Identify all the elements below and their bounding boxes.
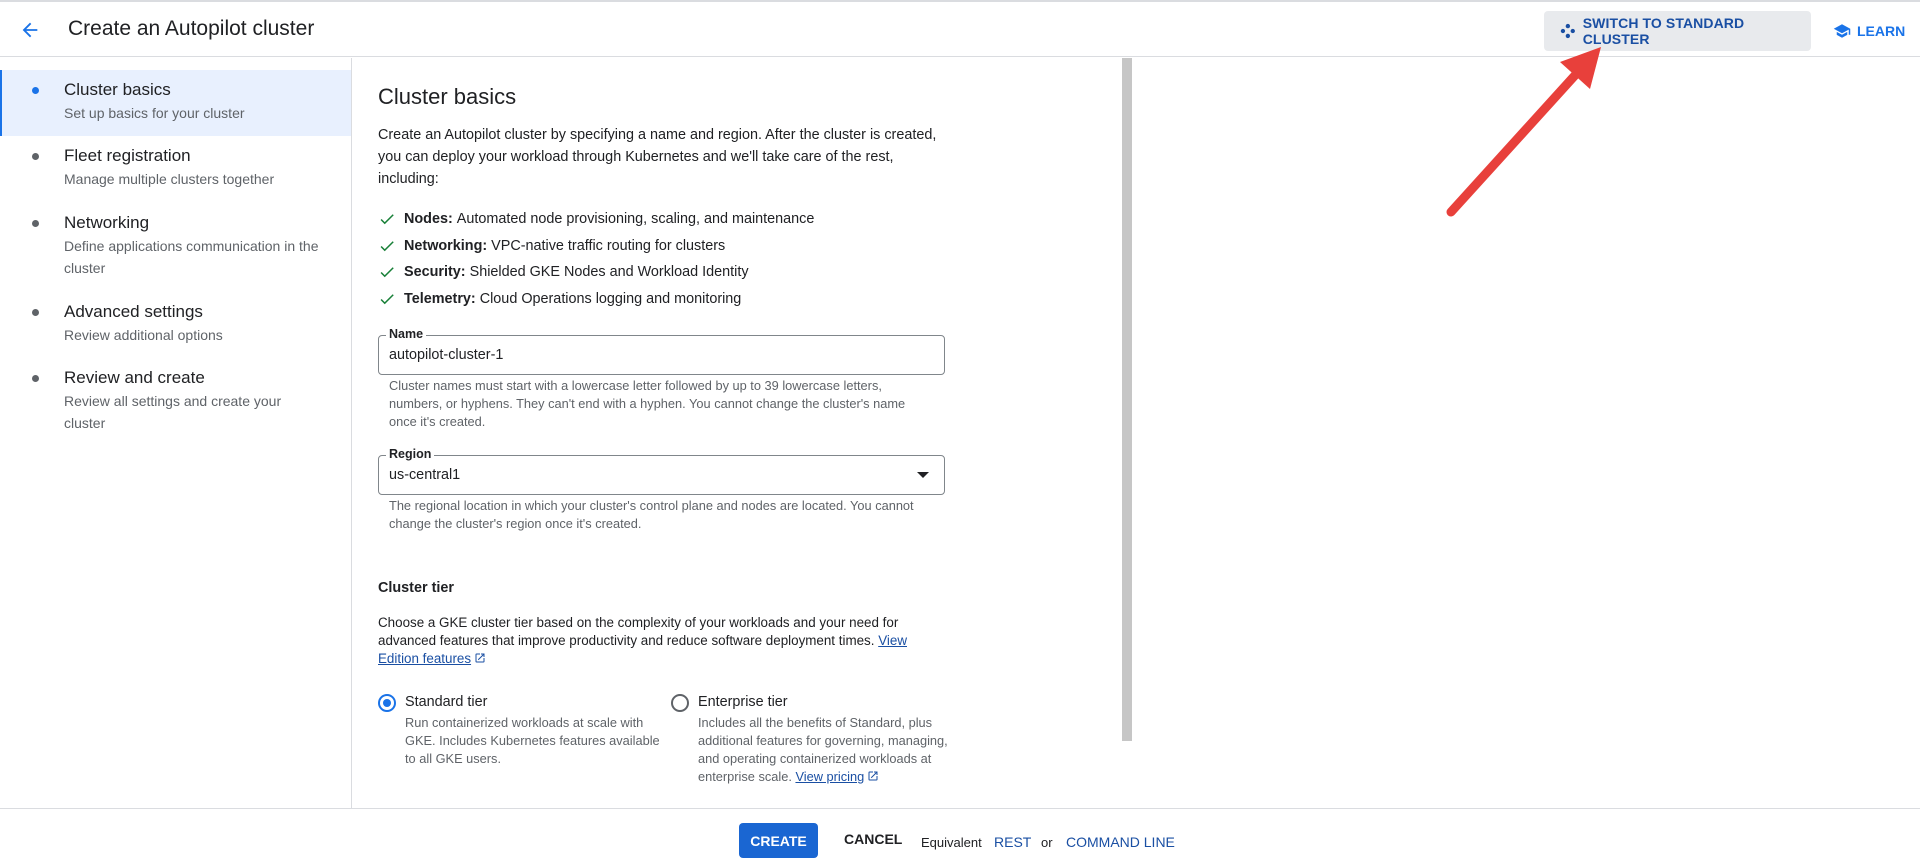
open-in-new-icon bbox=[475, 653, 485, 663]
name-field-value: autopilot-cluster-1 bbox=[389, 347, 504, 363]
step-dot bbox=[32, 220, 39, 227]
name-field-label: Name bbox=[386, 327, 427, 341]
school-icon bbox=[1833, 24, 1851, 38]
switch-to-standard-label: SWITCH TO STANDARD CLUSTER bbox=[1582, 15, 1745, 47]
learn-label: LEARN bbox=[1857, 23, 1906, 39]
step-title: Cluster basics bbox=[64, 80, 171, 99]
learn-button[interactable]: LEARN bbox=[1833, 11, 1905, 51]
step-dot bbox=[32, 153, 39, 160]
main-scrollbar[interactable] bbox=[1122, 58, 1132, 741]
rest-link[interactable]: REST bbox=[994, 834, 1031, 850]
create-button[interactable]: CREATE bbox=[739, 823, 818, 858]
feature-label: Nodes: bbox=[404, 211, 453, 227]
feature-item: Security: Shielded GKE Nodes and Workloa… bbox=[378, 261, 749, 283]
dropdown-arrow-icon bbox=[917, 472, 929, 478]
check-icon bbox=[378, 263, 396, 281]
stepper-sidebar: Cluster basics Set up basics for your cl… bbox=[0, 58, 352, 808]
step-title: Advanced settings bbox=[64, 302, 203, 321]
cancel-button[interactable]: CANCEL bbox=[844, 831, 902, 847]
step-dot bbox=[32, 375, 39, 382]
page-title: Create an Autopilot cluster bbox=[68, 17, 315, 40]
region-field-label: Region bbox=[386, 447, 435, 461]
step-advanced-settings[interactable]: Advanced settings Review additional opti… bbox=[0, 292, 351, 358]
back-button[interactable] bbox=[14, 14, 46, 46]
name-input[interactable]: Name autopilot-cluster-1 bbox=[378, 327, 945, 375]
region-field-hint: The regional location in which your clus… bbox=[389, 498, 914, 531]
check-icon bbox=[378, 210, 396, 228]
arrow-back-icon bbox=[22, 22, 38, 38]
step-networking[interactable]: Networking Define applications communica… bbox=[0, 203, 351, 291]
feature-text: VPC-native traffic routing for clusters bbox=[491, 238, 726, 254]
enterprise-tier-title: Enterprise tier bbox=[698, 694, 788, 710]
action-footer: CREATE CANCEL Equivalent REST or COMMAND… bbox=[0, 808, 1920, 862]
switch-to-standard-button[interactable]: SWITCH TO STANDARD CLUSTER bbox=[1544, 11, 1811, 51]
enterprise-tier-desc: Includes all the benefits of Standard, p… bbox=[698, 714, 948, 786]
step-desc: Manage multiple clusters together bbox=[64, 171, 275, 187]
step-cluster-basics[interactable]: Cluster basics Set up basics for your cl… bbox=[0, 70, 351, 136]
check-icon bbox=[378, 237, 396, 255]
cluster-tier-title: Cluster tier bbox=[378, 580, 454, 596]
section-intro: Create an Autopilot cluster by specifyin… bbox=[378, 127, 937, 187]
cluster-tier-intro: Choose a GKE cluster tier based on the c… bbox=[378, 614, 908, 668]
feature-text: Automated node provisioning, scaling, an… bbox=[456, 211, 815, 227]
section-title: Cluster basics bbox=[378, 84, 517, 109]
standard-tier-title: Standard tier bbox=[405, 694, 488, 710]
region-select[interactable]: Region us-central1 bbox=[378, 447, 945, 495]
enterprise-tier-radio[interactable] bbox=[671, 694, 689, 712]
standard-tier-radio[interactable] bbox=[378, 694, 396, 712]
feature-item: Telemetry: Cloud Operations logging and … bbox=[378, 288, 741, 310]
step-dot bbox=[32, 309, 39, 316]
step-review-and-create[interactable]: Review and create Review all settings an… bbox=[0, 358, 351, 446]
step-desc: Review all settings and create your clus… bbox=[64, 393, 282, 431]
step-title: Review and create bbox=[64, 368, 205, 387]
equivalent-label: Equivalent bbox=[921, 835, 982, 850]
standard-tier-desc: Run containerized workloads at scale wit… bbox=[405, 715, 660, 766]
name-field-hint: Cluster names must start with a lowercas… bbox=[389, 378, 906, 429]
feature-text: Cloud Operations logging and monitoring bbox=[479, 291, 742, 307]
step-dot bbox=[32, 87, 39, 94]
feature-label: Security: bbox=[404, 264, 466, 280]
view-pricing-link[interactable]: View pricing bbox=[795, 769, 864, 784]
cluster-tier-intro-text: Choose a GKE cluster tier based on the c… bbox=[378, 615, 899, 648]
feature-text: Shielded GKE Nodes and Workload Identity bbox=[469, 264, 749, 280]
feature-label: Networking: bbox=[404, 238, 488, 254]
step-title: Fleet registration bbox=[64, 146, 191, 165]
cluster-icon bbox=[1560, 23, 1575, 39]
step-title: Networking bbox=[64, 213, 150, 232]
step-desc: Review additional options bbox=[64, 327, 223, 343]
step-fleet-registration[interactable]: Fleet registration Manage multiple clust… bbox=[0, 136, 351, 202]
feature-label: Telemetry: bbox=[404, 291, 476, 307]
command-line-link[interactable]: COMMAND LINE bbox=[1066, 834, 1175, 850]
open-in-new-icon bbox=[868, 771, 878, 781]
step-desc: Set up basics for your cluster bbox=[64, 105, 245, 121]
page-header: Create an Autopilot cluster SWITCH TO ST… bbox=[0, 2, 1920, 57]
check-icon bbox=[378, 290, 396, 308]
step-desc: Define applications communication in the… bbox=[64, 238, 319, 276]
feature-item: Nodes: Automated node provisioning, scal… bbox=[378, 208, 814, 230]
feature-item: Networking: VPC-native traffic routing f… bbox=[378, 235, 725, 257]
or-label: or bbox=[1041, 835, 1053, 850]
region-field-value: us-central1 bbox=[389, 467, 461, 483]
